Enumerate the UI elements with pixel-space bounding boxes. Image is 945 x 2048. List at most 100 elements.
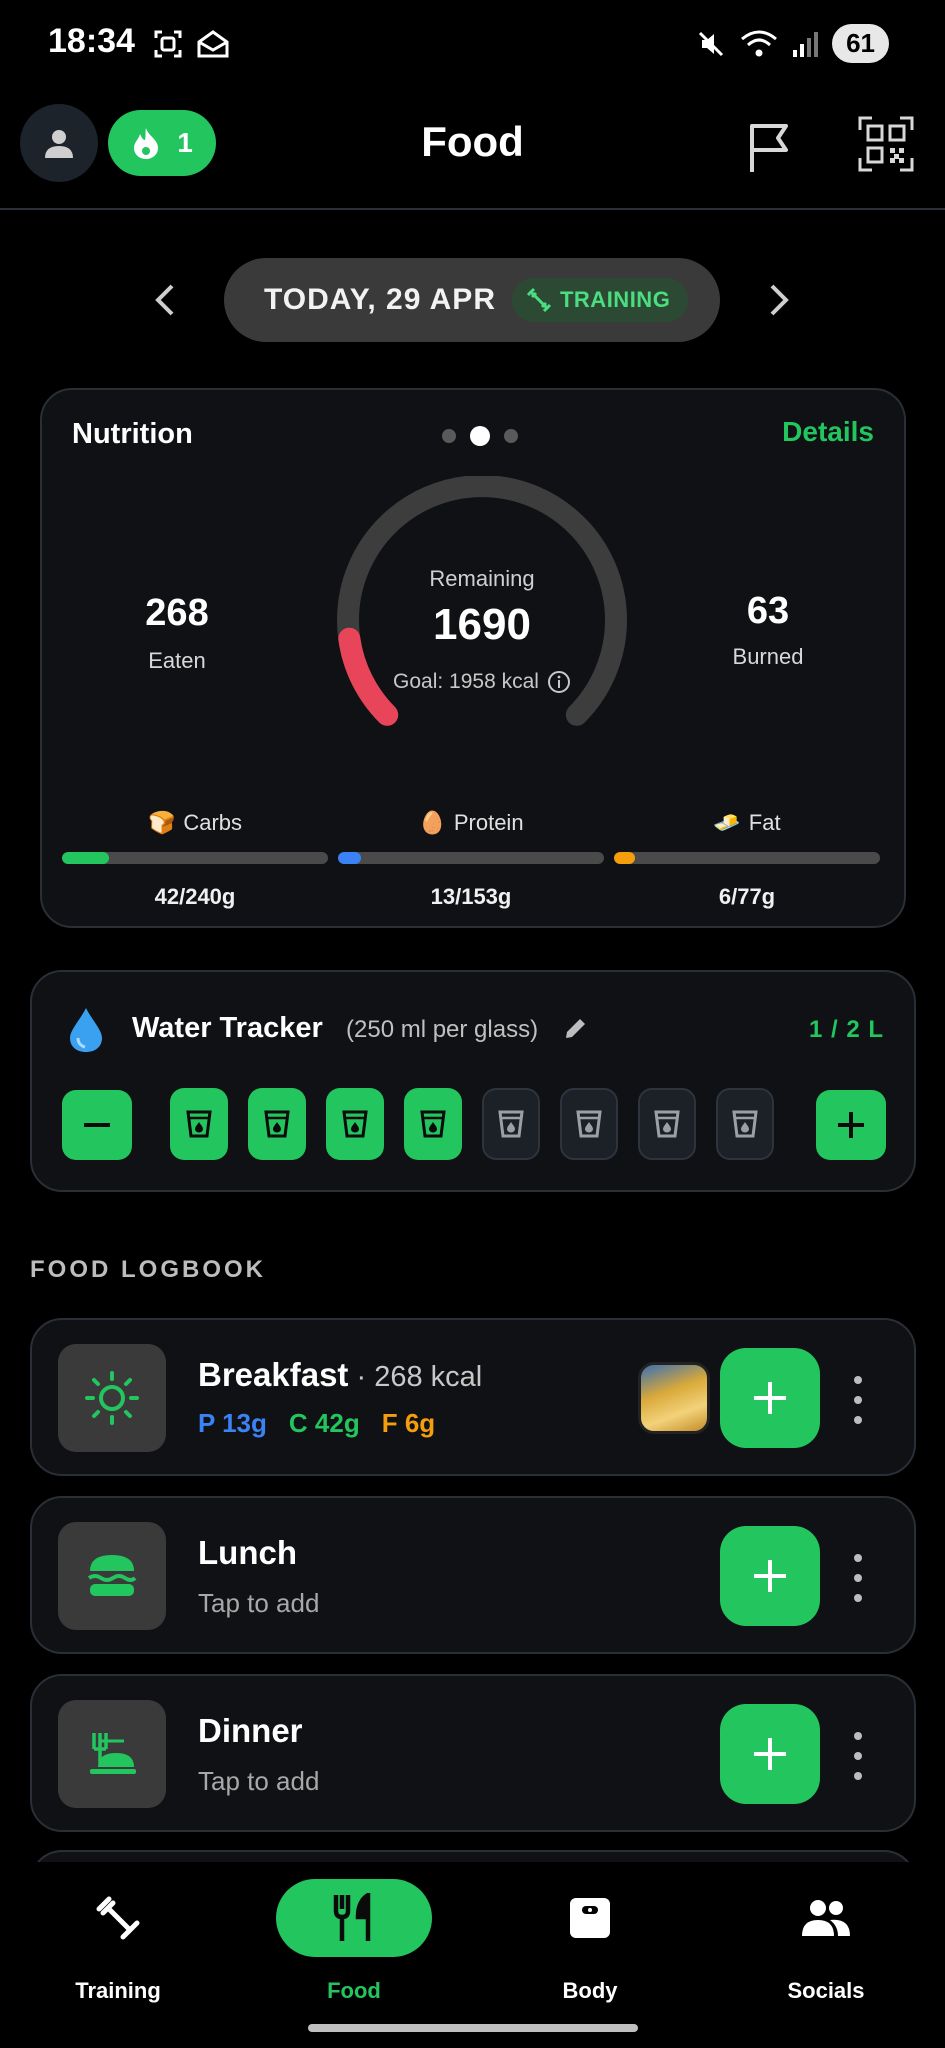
more-dot <box>854 1376 862 1384</box>
dinner-icon-tile <box>58 1700 166 1808</box>
nav-socials[interactable]: Socials <box>708 1876 944 2004</box>
screenshot-icon <box>154 30 182 58</box>
remove-glass-button[interactable] <box>62 1090 132 1160</box>
meal-hint: Tap to add <box>198 1766 320 1796</box>
fork-knife-icon <box>333 1893 371 1941</box>
page-title: Food <box>421 118 524 165</box>
signal-icon <box>793 31 819 57</box>
nav-food-active-pill <box>276 1879 432 1957</box>
minus-icon <box>84 1123 110 1127</box>
calorie-goal: Goal: 1958 kcal <box>282 670 682 694</box>
glass-icon <box>420 1110 446 1138</box>
dinner-more-button[interactable] <box>848 1732 868 1780</box>
carousel-dot[interactable] <box>504 429 518 443</box>
more-dot <box>854 1594 862 1602</box>
meal-kcal: · 268 kcal <box>348 1361 483 1393</box>
training-day-badge: TRAINING <box>511 278 689 322</box>
glass-icon <box>342 1110 368 1138</box>
meal-card-dinner[interactable]: Dinner Tap to add <box>30 1674 916 1832</box>
food-thumbnail-image[interactable] <box>638 1362 710 1434</box>
qr-scan-button[interactable] <box>858 116 914 172</box>
breakfast-icon-tile <box>58 1344 166 1452</box>
eaten-value: 268 <box>145 592 209 634</box>
macro-progress-bar <box>338 852 604 864</box>
plus-icon <box>754 1560 786 1592</box>
meal-card-lunch[interactable]: Lunch Tap to add <box>30 1496 916 1654</box>
meal-title: Breakfast · 268 kcal <box>198 1356 482 1394</box>
date-selector[interactable]: TODAY, 29 APR TRAINING <box>224 258 720 342</box>
macro-name: Fat <box>748 810 781 835</box>
carousel-dots[interactable] <box>442 426 518 446</box>
meal-name: Lunch <box>198 1534 297 1571</box>
glass-icon <box>498 1110 524 1138</box>
more-dot <box>854 1554 862 1562</box>
meal-card-breakfast[interactable]: Breakfast · 268 kcal P 13g C 42g F 6g <box>30 1318 916 1476</box>
sun-icon <box>85 1371 139 1425</box>
previous-day-button[interactable] <box>150 280 180 320</box>
remaining-value: 1690 <box>433 600 531 649</box>
water-glass-filled[interactable] <box>404 1088 462 1160</box>
water-glass-filled[interactable] <box>326 1088 384 1160</box>
nav-body[interactable]: Body <box>472 1876 708 2004</box>
status-system-icons: 61 <box>696 24 889 63</box>
nav-training[interactable]: Training <box>0 1876 236 2004</box>
goals-flag-button[interactable] <box>740 118 798 176</box>
info-icon[interactable] <box>547 670 571 694</box>
nav-food[interactable]: Food <box>236 1876 472 2004</box>
edit-glass-size-button[interactable] <box>562 1016 588 1047</box>
plus-icon <box>754 1738 786 1770</box>
nav-label: Training <box>75 1978 161 2003</box>
mute-icon <box>699 31 724 56</box>
next-day-button[interactable] <box>764 280 794 320</box>
breakfast-more-button[interactable] <box>848 1376 868 1424</box>
macro-progress-fill <box>338 852 361 864</box>
remaining-label: Remaining <box>429 566 535 591</box>
carousel-dot[interactable] <box>442 429 456 443</box>
macro-name: Protein <box>453 810 524 835</box>
macro-protein: 🥚 Protein 13/153g <box>338 810 604 910</box>
people-icon <box>802 1900 850 1936</box>
meal-protein: P 13g <box>198 1408 267 1438</box>
training-badge-label: TRAINING <box>559 287 671 312</box>
plus-icon <box>838 1112 864 1138</box>
flag-icon <box>750 124 788 172</box>
eaten-label: Eaten <box>148 648 206 673</box>
macro-value: 13/153g <box>430 884 512 909</box>
bottom-navigation: Training Food Body Socials <box>0 1862 945 2048</box>
egg-icon: 🥚 <box>418 810 446 835</box>
add-breakfast-button[interactable] <box>720 1348 820 1448</box>
meal-name: Dinner <box>198 1712 303 1749</box>
water-glass-empty[interactable] <box>482 1088 540 1160</box>
add-glass-button[interactable] <box>816 1090 886 1160</box>
burned-label: Burned <box>732 644 804 669</box>
macro-progress-bar <box>62 852 328 864</box>
water-glass-empty[interactable] <box>716 1088 774 1160</box>
more-dot <box>854 1752 862 1760</box>
status-notification-icons <box>152 28 230 60</box>
water-glass-empty[interactable] <box>638 1088 696 1160</box>
mail-icon <box>197 30 229 58</box>
add-dinner-button[interactable] <box>720 1704 820 1804</box>
meal-macros: P 13g C 42g F 6g <box>198 1408 435 1439</box>
nav-label: Socials <box>787 1978 865 2003</box>
lunch-more-button[interactable] <box>848 1554 868 1602</box>
water-title: Water Tracker <box>132 1012 323 1044</box>
glass-icon <box>264 1110 290 1138</box>
water-glass-empty[interactable] <box>560 1088 618 1160</box>
goal-label: Goal: 1958 kcal <box>393 670 539 693</box>
macro-value: 42/240g <box>154 884 236 909</box>
dumbbell-icon <box>526 287 552 313</box>
more-dot <box>854 1416 862 1424</box>
more-dot <box>854 1396 862 1404</box>
macro-fat: 🧈 Fat 6/77g <box>614 810 880 910</box>
macro-progress-fill <box>614 852 635 864</box>
nutrition-card[interactable]: Nutrition Details 268 Eaten 63 Burned Re… <box>40 388 906 928</box>
nav-label: Food <box>327 1978 381 2003</box>
carousel-dot-active[interactable] <box>470 426 490 446</box>
nutrition-details-link[interactable]: Details <box>782 416 874 448</box>
pencil-icon <box>566 1019 585 1038</box>
add-lunch-button[interactable] <box>720 1526 820 1626</box>
water-glass-filled[interactable] <box>170 1088 228 1160</box>
water-glass-filled[interactable] <box>248 1088 306 1160</box>
meal-hint: Tap to add <box>198 1588 320 1618</box>
